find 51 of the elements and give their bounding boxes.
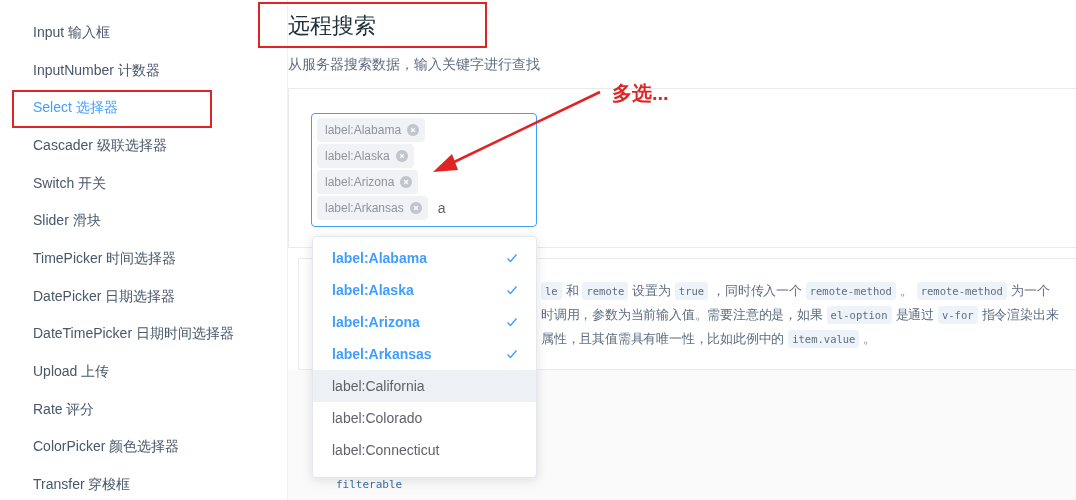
- dropdown-option[interactable]: label:California: [313, 370, 536, 402]
- close-icon[interactable]: [400, 176, 413, 188]
- sidebar-item[interactable]: TimePicker 时间选择器: [0, 240, 287, 278]
- inline-code: remote-method: [805, 282, 896, 300]
- inline-code: el-option: [826, 306, 892, 324]
- close-icon[interactable]: [407, 124, 420, 136]
- sidebar-item[interactable]: Rate 评分: [0, 390, 287, 429]
- code-text: filterable: [336, 478, 403, 491]
- inline-code: v-for: [937, 306, 978, 324]
- search-input[interactable]: a: [437, 200, 498, 216]
- inline-code: remote-method: [916, 282, 1007, 300]
- check-icon: [506, 348, 518, 360]
- sidebar-item[interactable]: InputNumber 计数器: [0, 51, 287, 90]
- description-text: 指令渲染出来: [981, 306, 1059, 324]
- sidebar-item[interactable]: DateTimePicker 日期时间选择器: [0, 315, 287, 354]
- description-text: 设置为: [632, 282, 671, 300]
- sidebar-item[interactable]: Cascader 级联选择器: [0, 127, 287, 165]
- description-text: 。: [899, 282, 913, 300]
- sidebar-item[interactable]: DatePicker 日期选择器: [0, 277, 287, 316]
- select-tag: label:Alabama: [317, 118, 426, 142]
- select-tag: label:Arizona: [317, 170, 419, 194]
- annotation-text: 多选...: [612, 81, 669, 106]
- check-icon: [506, 252, 518, 264]
- sidebar-item[interactable]: Upload 上传: [0, 353, 287, 391]
- description-text: 是通过: [895, 306, 934, 324]
- description-text: 为一个: [1010, 282, 1050, 300]
- sidebar-item[interactable]: ColorPicker 颜色选择器: [0, 428, 287, 467]
- close-icon[interactable]: [409, 202, 422, 214]
- inline-code: remote: [582, 282, 629, 300]
- section-title: 远程搜索: [288, 12, 376, 40]
- description-text: 。: [863, 330, 877, 348]
- sidebar-item[interactable]: Input 输入框: [0, 14, 287, 52]
- sidebar-item[interactable]: Transfer 穿梭框: [0, 466, 287, 500]
- close-icon[interactable]: [395, 150, 408, 162]
- dropdown-option[interactable]: label:Connecticut: [313, 434, 536, 466]
- inline-code: le: [541, 282, 562, 300]
- select-tag: label:Arkansas: [317, 196, 428, 220]
- description-text: 时调用，参数为当前输入值。需要注意的是，如果: [541, 306, 823, 324]
- dropdown-option[interactable]: label:Colorado: [313, 402, 536, 434]
- inline-code: true: [674, 282, 709, 300]
- sidebar-item[interactable]: Slider 滑块: [0, 202, 287, 241]
- description-text: ，同时传入一个: [712, 282, 802, 300]
- select-tag: label:Alaska: [317, 144, 414, 168]
- multi-select-field[interactable]: label:Alabama label:Alaska label:Arizona label:Arkansas a: [311, 113, 537, 227]
- check-icon: [506, 284, 518, 296]
- inline-code: item.value: [788, 330, 860, 348]
- check-icon: [506, 316, 518, 328]
- section-subtitle: 从服务器搜索数据，输入关键字进行查找: [288, 55, 541, 74]
- description-text: 和: [565, 282, 579, 300]
- description-text: 属性，且其值需具有唯一性，比如此例中的: [541, 330, 785, 348]
- sidebar-item[interactable]: Switch 开关: [0, 164, 287, 203]
